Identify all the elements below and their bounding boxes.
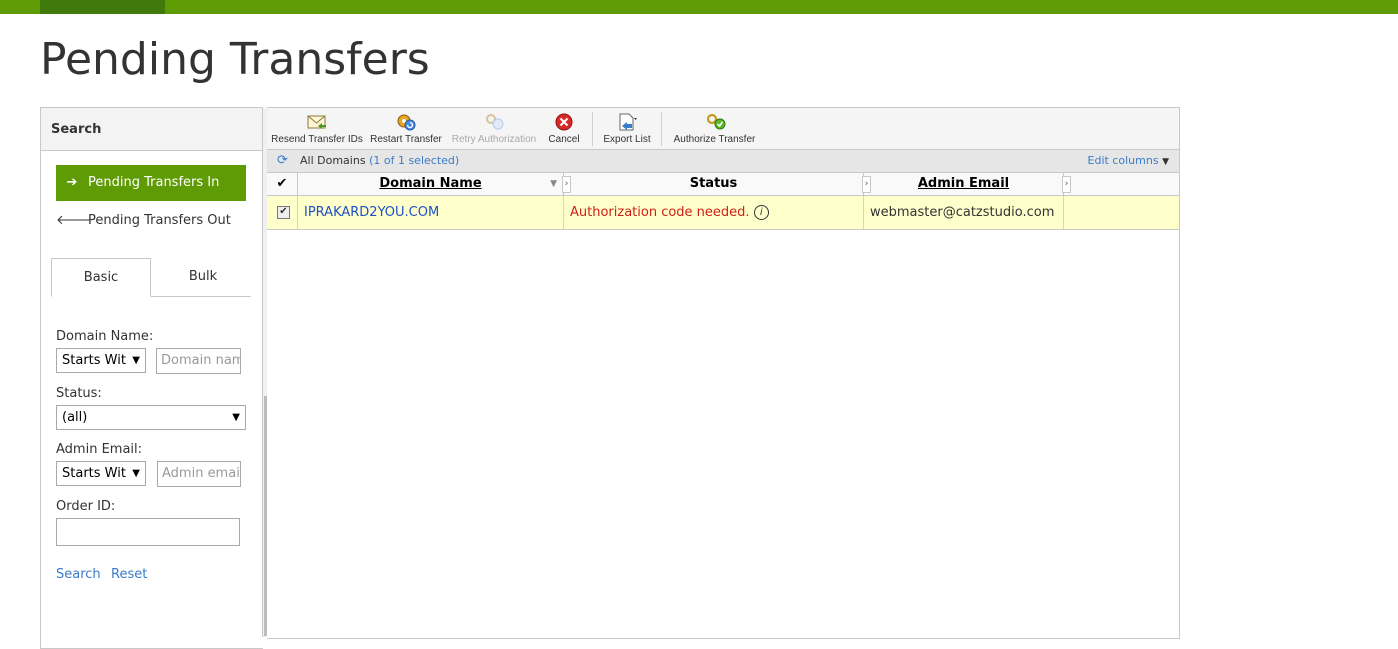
resend-transfer-ids-button[interactable]: Resend Transfer IDs — [271, 112, 363, 148]
restart-transfer-button[interactable]: Restart Transfer — [367, 112, 445, 148]
admin-email-mode-select[interactable]: Starts Wit ▼ — [56, 461, 146, 486]
chevron-down-icon: ▼ — [132, 355, 140, 366]
nav-pending-transfers-out[interactable]: 🡐Pending Transfers Out — [56, 203, 246, 239]
restart-transfer-label: Restart Transfer — [370, 134, 442, 145]
order-id-input[interactable] — [56, 518, 240, 546]
transfers-grid-panel: Resend Transfer IDs Restart Transfer Ret… — [267, 107, 1180, 639]
cancel-label: Cancel — [548, 134, 580, 145]
export-list-button[interactable]: Export List — [599, 112, 655, 148]
envelope-icon — [271, 112, 363, 134]
status-cell: Authorization code needed. i — [564, 196, 864, 229]
search-tabs: Basic Bulk — [51, 258, 251, 297]
tab-basic[interactable]: Basic — [51, 258, 151, 297]
info-icon[interactable]: i — [753, 205, 769, 220]
resend-transfer-ids-label: Resend Transfer IDs — [271, 134, 363, 145]
nav-pending-transfers-in[interactable]: ➔ Pending Transfers In — [56, 165, 246, 201]
page-title: Pending Transfers — [40, 34, 430, 85]
gear-restart-icon — [367, 112, 445, 134]
row-select-cell: ✔ — [267, 196, 298, 229]
search-panel-header: Search — [41, 108, 263, 151]
edit-columns-link[interactable]: Edit columns ▼ — [1088, 150, 1169, 173]
column-header-admin-email-label: Admin Email — [917, 176, 1010, 191]
key-retry-icon — [449, 112, 539, 134]
sort-dropdown-icon[interactable]: ▼ — [550, 173, 557, 195]
arrow-left-icon: 🡐 — [56, 213, 91, 228]
grid-header-row: ✔ Domain Name ▼ › Status › Admin Email › — [267, 173, 1179, 196]
admin-email-mode-value: Starts Wit — [62, 466, 126, 481]
status-label: Status: — [56, 386, 102, 401]
nav-pending-transfers-in-label: Pending Transfers In — [88, 175, 220, 190]
status-select-value: (all) — [62, 410, 88, 425]
toolbar-separator — [661, 112, 662, 146]
edit-columns-label: Edit columns — [1087, 154, 1159, 167]
column-header-admin-email[interactable]: Admin Email › — [864, 173, 1071, 195]
arrow-right-icon: ➔ — [66, 175, 78, 190]
grid-scope-label: All Domains — [300, 154, 366, 167]
select-all-checkbox[interactable]: ✔ — [267, 173, 298, 195]
chevron-down-icon: ▼ — [232, 412, 240, 423]
refresh-icon[interactable]: ⟳ — [277, 150, 288, 172]
cancel-button[interactable]: Cancel — [543, 112, 585, 148]
authorize-transfer-label: Authorize Transfer — [673, 134, 756, 145]
domain-name-cell[interactable]: IPRAKARD2YOU.COM — [298, 196, 564, 229]
top-nav-bar — [0, 0, 1398, 14]
column-header-status[interactable]: Status › — [564, 173, 871, 195]
top-nav-active-tab[interactable] — [40, 0, 165, 14]
authorize-transfer-button[interactable]: Authorize Transfer — [667, 112, 762, 148]
tab-bulk[interactable]: Bulk — [153, 258, 253, 296]
column-resize-handle[interactable]: › — [1062, 176, 1071, 193]
export-list-label: Export List — [603, 134, 651, 145]
column-header-domain-name[interactable]: Domain Name ▼ › — [298, 173, 571, 195]
grid-toolbar: Resend Transfer IDs Restart Transfer Ret… — [267, 108, 1179, 150]
admin-email-input[interactable]: Admin email — [157, 461, 241, 487]
domain-name-input[interactable]: Domain nam — [156, 348, 241, 374]
nav-pending-transfers-out-label: Pending Transfers Out — [88, 213, 231, 228]
column-header-status-label: Status — [689, 176, 738, 191]
export-document-icon — [599, 112, 655, 134]
retry-authorization-label: Retry Authorization — [451, 134, 537, 145]
key-authorize-icon — [667, 112, 762, 134]
toolbar-separator — [592, 112, 593, 146]
search-panel: Search ➔ Pending Transfers In 🡐Pending Tr… — [40, 107, 263, 649]
admin-email-label: Admin Email: — [56, 442, 143, 457]
grid-scope: All Domains (1 of 1 selected) — [300, 150, 459, 172]
domain-name-mode-select[interactable]: Starts Wit ▼ — [56, 348, 146, 373]
status-text: Authorization code needed. — [570, 205, 750, 220]
order-id-label: Order ID: — [56, 499, 116, 514]
chevron-down-icon: ▼ — [132, 468, 140, 479]
caret-down-icon: ▼ — [1162, 157, 1169, 167]
status-select[interactable]: (all) ▼ — [56, 405, 246, 430]
column-header-domain-name-label: Domain Name — [379, 176, 482, 191]
grid-selection-count[interactable]: (1 of 1 selected) — [369, 154, 459, 167]
retry-authorization-button[interactable]: Retry Authorization — [449, 112, 539, 148]
domain-name-label: Domain Name: — [56, 329, 154, 344]
table-row[interactable]: ✔ IPRAKARD2YOU.COM Authorization code ne… — [267, 196, 1179, 230]
cancel-x-icon — [543, 112, 585, 134]
reset-link[interactable]: Reset — [111, 567, 147, 582]
grid-info-bar: ⟳ All Domains (1 of 1 selected) Edit col… — [267, 150, 1179, 173]
domain-name-mode-value: Starts Wit — [62, 353, 126, 368]
row-checkbox[interactable]: ✔ — [277, 206, 290, 219]
search-link[interactable]: Search — [56, 567, 101, 582]
admin-email-cell: webmaster@catzstudio.com — [864, 196, 1064, 229]
